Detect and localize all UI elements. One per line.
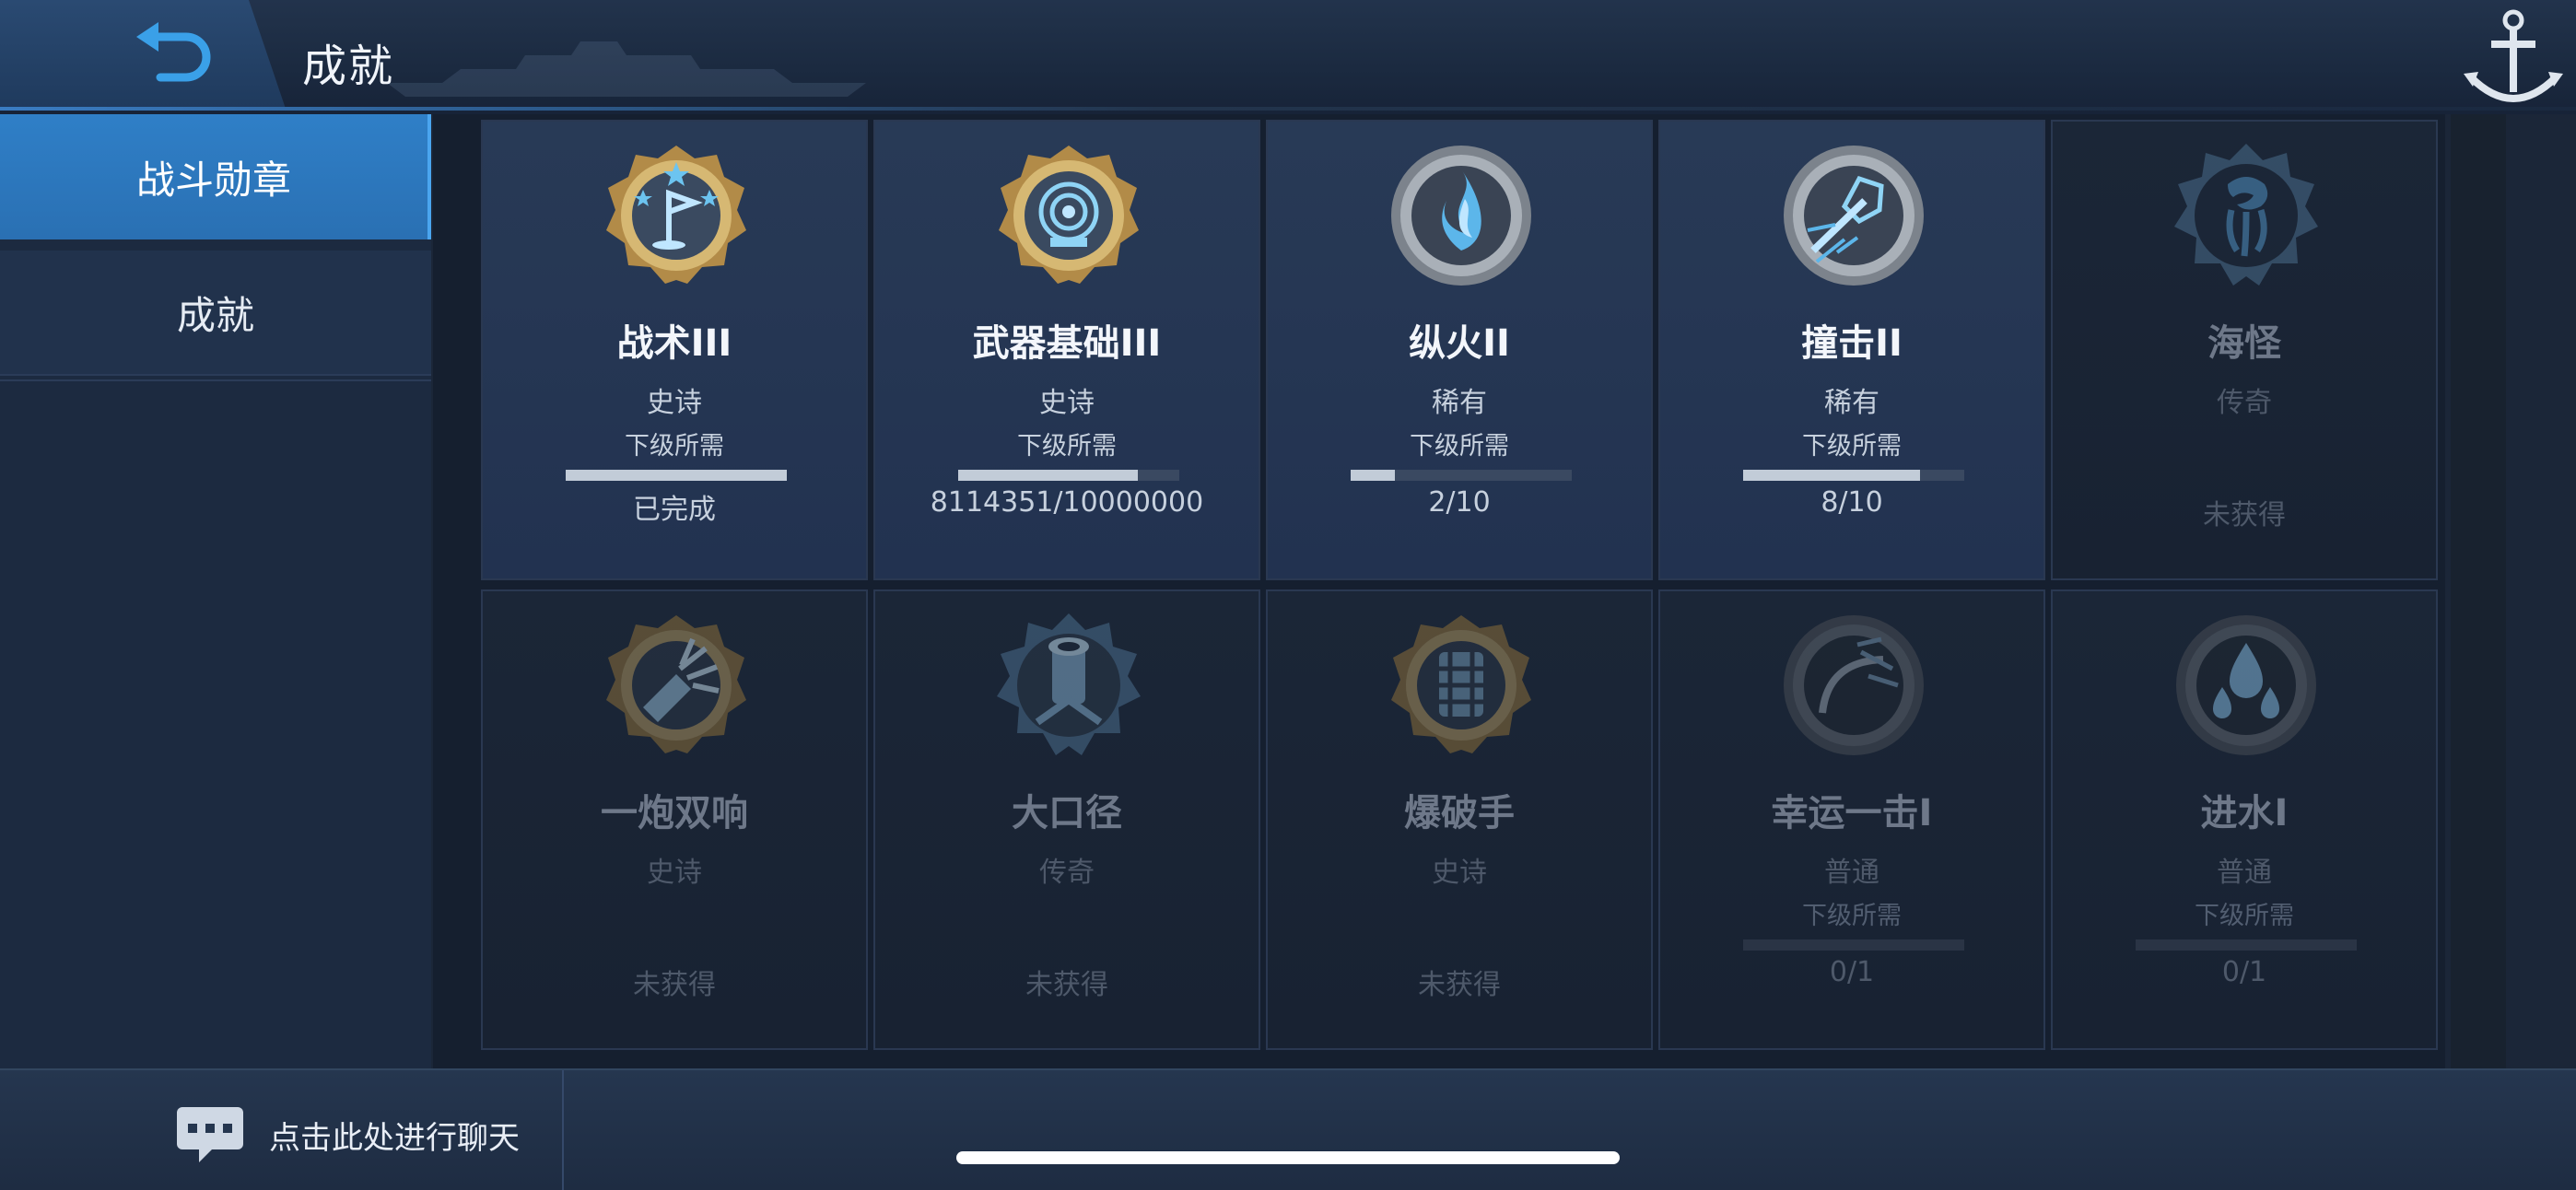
medal-name: 战术III <box>616 322 732 365</box>
bottom-divider <box>562 1070 564 1190</box>
medal-status: 未获得 <box>1025 969 1108 1001</box>
grid-scroll-track[interactable] <box>2451 114 2506 1068</box>
sidebar-tab-battle-medals[interactable]: 战斗勋章 <box>0 114 431 239</box>
medal-progress-text: 已完成 <box>633 494 716 526</box>
medal-card[interactable]: 进水I 普通 下级所需 0/1 <box>2051 589 2438 1050</box>
medal-progress-fill <box>958 470 1138 481</box>
medal-progress-fill <box>566 470 787 481</box>
demolition-medal-icon <box>1391 615 1531 753</box>
bottom-bar: 点击此处进行聊天 <box>0 1068 2576 1190</box>
medal-rarity: 传奇 <box>2217 387 2272 419</box>
back-button[interactable] <box>129 22 221 87</box>
medal-name: 纵火II <box>1409 322 1510 365</box>
medal-card[interactable]: 爆破手 史诗 未获得 <box>1266 589 1653 1050</box>
medal-status: 未获得 <box>633 969 716 1001</box>
sidebar-tab-label: 战斗勋章 <box>135 157 291 203</box>
flooding-medal-icon <box>2176 615 2316 755</box>
medal-card[interactable]: 纵火II 稀有 下级所需 2/10 <box>1266 120 1653 580</box>
medal-next-label: 下级所需 <box>1017 432 1117 461</box>
medal-progress-text: 8/10 <box>1821 486 1883 519</box>
medal-progress-bar <box>566 470 787 481</box>
medal-name: 幸运一击I <box>1771 792 1933 834</box>
medal-progress-fill <box>1351 470 1395 481</box>
medal-card[interactable]: 撞击II 稀有 下级所需 8/10 <box>1658 120 2045 580</box>
top-header: 成就 <box>0 0 2576 114</box>
medal-card[interactable]: 一炮双响 史诗 未获得 <box>481 589 868 1050</box>
medal-progress-bar <box>1743 939 1964 951</box>
medal-progress-bar <box>958 470 1179 481</box>
medal-progress-bar <box>1351 470 1572 481</box>
medal-card[interactable]: 战术III 史诗 下级所需 已完成 <box>481 120 868 580</box>
medal-status: 未获得 <box>1418 969 1501 1001</box>
medal-rarity: 稀有 <box>1432 387 1487 419</box>
double-shot-medal-icon <box>606 615 746 753</box>
back-arrow-icon <box>136 22 211 82</box>
flame-medal-icon <box>1391 146 1531 286</box>
medal-card[interactable]: 幸运一击I 普通 下级所需 0/1 <box>1658 589 2045 1050</box>
medal-card[interactable]: 大口径 传奇 未获得 <box>873 589 1260 1050</box>
medal-next-label: 下级所需 <box>2195 902 2294 930</box>
kraken-medal-icon <box>2174 144 2318 286</box>
medal-rarity: 普通 <box>1824 857 1879 889</box>
medal-card[interactable]: 武器基础III 史诗 下级所需 8114351/10000000 <box>873 120 1260 580</box>
header-divider <box>0 107 2576 111</box>
medal-progress-fill <box>1743 470 1920 481</box>
cannon-medal-icon <box>997 613 1141 755</box>
medal-grid: 战术III 史诗 下级所需 已完成 武器基础III 史诗 下级所需 811435… <box>433 114 2445 1068</box>
medal-progress-text: 8114351/10000000 <box>930 486 1204 519</box>
medal-name: 爆破手 <box>1404 792 1515 834</box>
sidebar-tab-label: 成就 <box>176 292 254 338</box>
medal-progress-text: 0/1 <box>2221 956 2267 988</box>
ship-silhouette-decoration <box>387 41 866 97</box>
chat-button[interactable]: 点击此处进行聊天 <box>175 1107 520 1162</box>
medal-rarity: 史诗 <box>1432 857 1487 889</box>
ram-medal-icon <box>1784 146 1924 286</box>
medal-name: 一炮双响 <box>601 792 748 834</box>
medal-next-label: 下级所需 <box>625 432 724 461</box>
medal-rarity: 史诗 <box>647 857 702 889</box>
medal-progress-text: 0/1 <box>1829 956 1875 988</box>
medal-next-label: 下级所需 <box>1410 432 1509 461</box>
medal-rarity: 普通 <box>2217 857 2272 889</box>
home-indicator[interactable] <box>956 1151 1620 1164</box>
medal-next-label: 下级所需 <box>1802 902 1902 930</box>
medal-rarity: 史诗 <box>1039 387 1095 419</box>
page-title: 成就 <box>302 41 395 92</box>
medal-progress-bar <box>1743 470 1964 481</box>
medal-rarity: 传奇 <box>1039 857 1095 889</box>
medal-rarity: 稀有 <box>1824 387 1879 419</box>
chat-bubble-icon <box>177 1107 243 1162</box>
medal-rarity: 史诗 <box>647 387 702 419</box>
lucky-hit-medal-icon <box>1784 615 1924 755</box>
medal-name: 大口径 <box>1012 792 1122 834</box>
sidebar: 战斗勋章 成就 <box>0 114 431 1068</box>
chat-label: 点击此处进行聊天 <box>269 1119 520 1157</box>
medal-progress-text: 2/10 <box>1428 486 1491 519</box>
medal-name: 进水I <box>2200 792 2289 834</box>
medal-name: 撞击II <box>1801 322 1903 365</box>
medal-next-label: 下级所需 <box>1802 432 1902 461</box>
anchor-icon[interactable] <box>2451 0 2576 118</box>
medal-status: 未获得 <box>2203 499 2286 531</box>
medal-name: 海怪 <box>2207 322 2281 365</box>
medal-card[interactable]: 海怪 传奇 未获得 <box>2051 120 2438 580</box>
sidebar-tab-achievements[interactable]: 成就 <box>0 251 431 376</box>
medal-progress-bar <box>2136 939 2357 951</box>
medal-name: 武器基础III <box>972 322 1162 365</box>
target-medal-icon <box>999 146 1139 284</box>
sidebar-divider <box>0 379 431 381</box>
flag-stars-medal-icon <box>606 146 746 284</box>
